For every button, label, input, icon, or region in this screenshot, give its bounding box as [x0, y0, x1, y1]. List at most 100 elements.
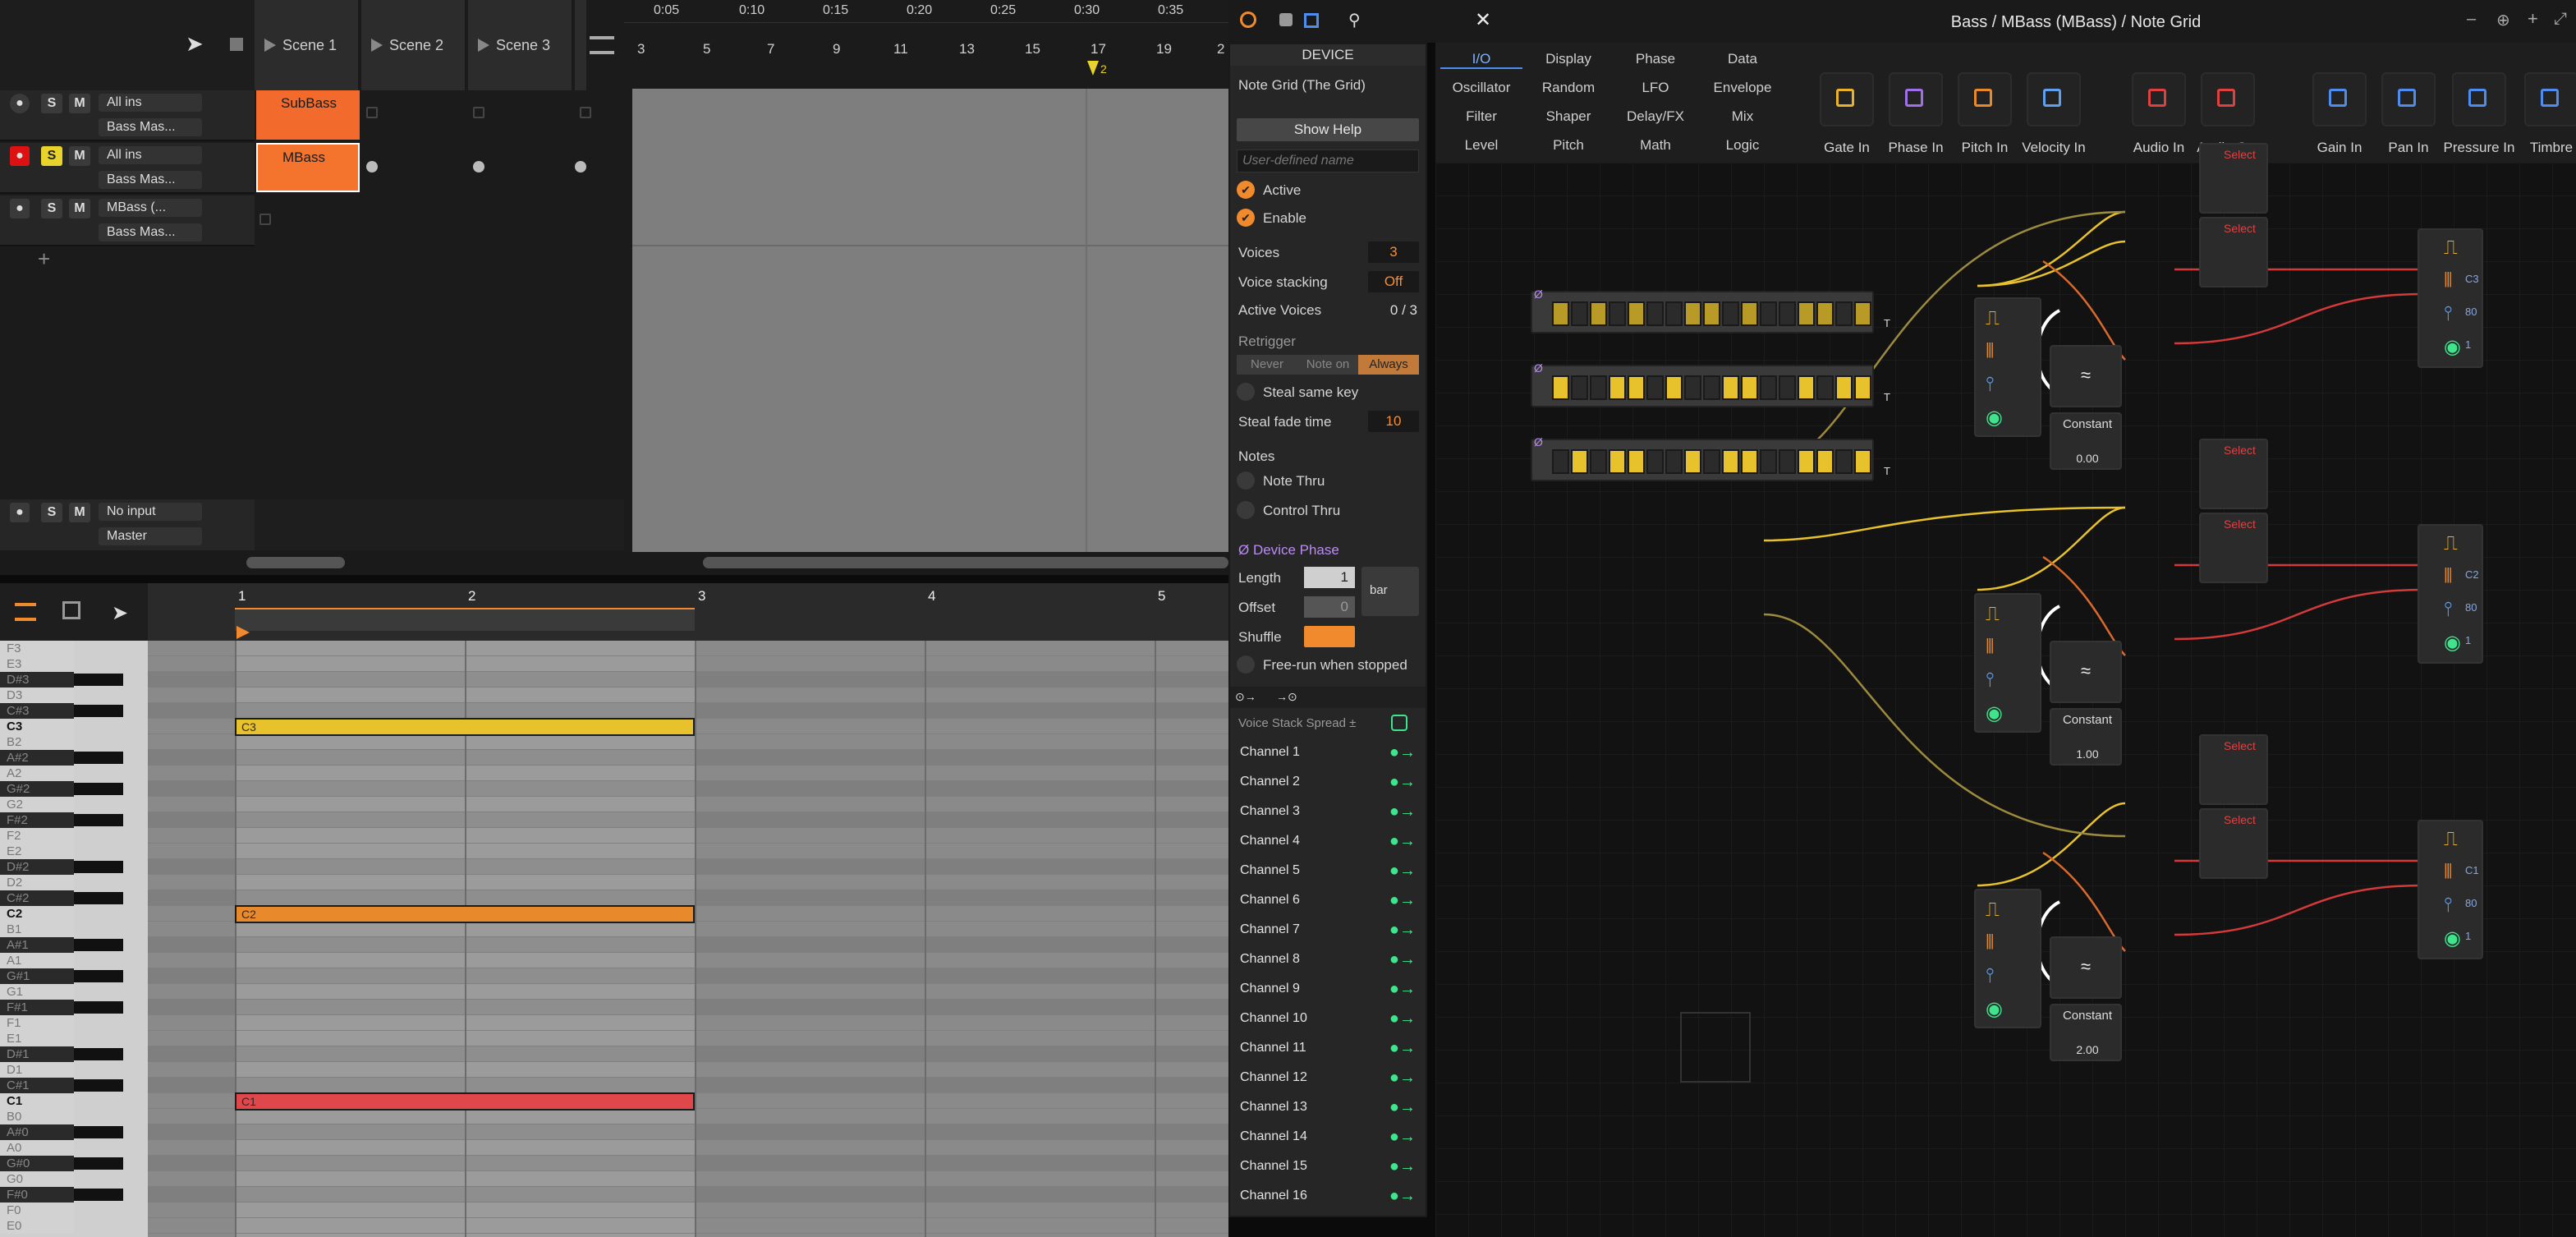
piano-key[interactable]: A0: [0, 1140, 74, 1156]
channel-route-icon[interactable]: ●→: [1389, 828, 1416, 854]
category-level[interactable]: Level: [1440, 137, 1522, 154]
module-velocity-in[interactable]: [2027, 72, 2081, 126]
scroll-thumb[interactable]: [246, 557, 345, 568]
piano-key[interactable]: A#2: [0, 750, 74, 766]
module-gain-in[interactable]: [2312, 72, 2367, 126]
step-cell[interactable]: [1684, 449, 1701, 474]
piano-key[interactable]: E1: [0, 1031, 74, 1046]
step-cell[interactable]: [1552, 375, 1569, 400]
piano-key[interactable]: C1: [0, 1093, 74, 1109]
black-key[interactable]: [74, 1126, 123, 1138]
step-cell[interactable]: [1703, 375, 1720, 400]
output-select[interactable]: Master: [99, 527, 202, 545]
spread-layers-icon[interactable]: [1391, 715, 1407, 731]
piano-key[interactable]: D#1: [0, 1046, 74, 1062]
note-lane[interactable]: [148, 656, 1228, 672]
midi-note[interactable]: C1: [235, 1092, 695, 1111]
input-select[interactable]: All ins: [99, 146, 202, 164]
grid-view-icon[interactable]: [62, 601, 80, 619]
mute-button[interactable]: M: [69, 199, 90, 218]
voice-tab-icon[interactable]: ⊙→: [1235, 690, 1268, 705]
add-icon[interactable]: +: [2528, 8, 2538, 30]
arranger-lanes[interactable]: [632, 89, 1228, 552]
piano-key[interactable]: G#2: [0, 781, 74, 797]
note-lane[interactable]: [148, 984, 1228, 1000]
track-row-mbass[interactable]: ● S M All ins Bass Mas...: [0, 143, 255, 194]
piano-key[interactable]: B2: [0, 734, 74, 750]
note-inputs-node[interactable]: ⎍ ⦀ ⫯ ◉: [1974, 593, 2041, 733]
module-gate-in[interactable]: [1820, 72, 1874, 126]
length-unit-select[interactable]: bar: [1361, 567, 1419, 616]
output-select[interactable]: Bass Mas...: [99, 171, 202, 189]
input-port-icon[interactable]: ⎍: [1986, 603, 2000, 626]
scene-4-header[interactable]: [575, 0, 588, 90]
note-lane[interactable]: [148, 1046, 1228, 1062]
mute-button[interactable]: M: [69, 146, 90, 166]
note-lane[interactable]: [148, 734, 1228, 750]
horizontal-scrollbar[interactable]: [0, 552, 624, 575]
piano-key[interactable]: D2: [0, 875, 74, 890]
bar-ruler[interactable]: 3 5 7 9 11 13 15 17 19 2 2: [624, 23, 1228, 89]
output-port-icon[interactable]: ◉: [2444, 631, 2461, 655]
pointer-tool-icon[interactable]: ➤: [186, 31, 204, 57]
piano-key[interactable]: G#1: [0, 968, 74, 984]
channel-route-icon[interactable]: ●→: [1389, 946, 1416, 973]
note-lane[interactable]: [148, 968, 1228, 984]
length-field[interactable]: 1: [1304, 567, 1355, 588]
channel-row[interactable]: Channel 1 ●→: [1240, 739, 1422, 766]
comparator-node[interactable]: ≈: [2050, 641, 2122, 703]
clip-mbass[interactable]: MBass: [256, 143, 360, 192]
channel-route-icon[interactable]: ●→: [1389, 1183, 1416, 1209]
piano-key[interactable]: B1: [0, 922, 74, 937]
expand-icon[interactable]: ⤢: [2554, 10, 2567, 29]
note-grid[interactable]: C3 C2 C1: [148, 641, 1228, 1237]
piano-key[interactable]: C3: [0, 719, 74, 734]
step-sequencer[interactable]: [1531, 291, 1874, 333]
module-timbre[interactable]: [2524, 72, 2576, 126]
retrigger-always[interactable]: Always: [1358, 355, 1419, 375]
category-phase[interactable]: Phase: [1614, 51, 1697, 67]
step-cell[interactable]: [1571, 301, 1588, 326]
input-port-icon[interactable]: ⦀: [1986, 340, 1995, 363]
piano-key[interactable]: F#2: [0, 812, 74, 828]
input-port-icon[interactable]: ⫯: [1986, 373, 1994, 396]
piano-key[interactable]: C#3: [0, 703, 74, 719]
step-cell[interactable]: [1722, 301, 1739, 326]
step-cell[interactable]: [1571, 375, 1588, 400]
note-lane[interactable]: [148, 687, 1228, 703]
note-lane[interactable]: [148, 797, 1228, 812]
piano-roll-ruler[interactable]: 1 2 3 4 5: [148, 583, 1228, 641]
channel-route-icon[interactable]: ●→: [1389, 976, 1416, 1002]
category-mix[interactable]: Mix: [1701, 108, 1784, 125]
note-outputs-node[interactable]: ⎍ ⦀ C3 ⫯ 80 ◉ 1: [2418, 228, 2483, 368]
channel-row[interactable]: Channel 8 ●→: [1240, 946, 1422, 973]
step-cell[interactable]: [1854, 449, 1871, 474]
track-row-subbass[interactable]: ● S M All ins Bass Mas...: [0, 90, 255, 141]
input-port-icon[interactable]: ◉: [1986, 997, 2003, 1021]
record-slot-icon[interactable]: [473, 161, 484, 172]
pointer-tool-icon[interactable]: ➤: [112, 601, 128, 625]
select-node[interactable]: Select: [2199, 439, 2268, 509]
channel-row[interactable]: Channel 3 ●→: [1240, 798, 1422, 825]
note-lane[interactable]: [148, 672, 1228, 687]
channel-row[interactable]: Channel 7 ●→: [1240, 917, 1422, 943]
channel-row[interactable]: Channel 16 ●→: [1240, 1183, 1422, 1209]
step-cell[interactable]: [1835, 449, 1853, 474]
step-cell[interactable]: [1779, 301, 1796, 326]
category-display[interactable]: Display: [1527, 51, 1609, 67]
channel-row[interactable]: Channel 10 ●→: [1240, 1005, 1422, 1032]
step-cell[interactable]: [1609, 375, 1626, 400]
output-port-icon[interactable]: ⎍: [2444, 828, 2458, 851]
step-cell[interactable]: [1760, 301, 1777, 326]
channel-row[interactable]: Channel 11 ●→: [1240, 1035, 1422, 1061]
power-icon[interactable]: [1240, 11, 1256, 28]
show-help-button[interactable]: Show Help: [1237, 118, 1419, 141]
step-cell[interactable]: [1816, 449, 1834, 474]
black-key[interactable]: [74, 1157, 123, 1170]
piano-key[interactable]: G1: [0, 984, 74, 1000]
note-lane[interactable]: [148, 781, 1228, 797]
channel-route-icon[interactable]: ●→: [1389, 858, 1416, 884]
step-cell[interactable]: [1741, 449, 1758, 474]
channel-row[interactable]: Channel 15 ●→: [1240, 1153, 1422, 1180]
midi-note[interactable]: C3: [235, 718, 695, 736]
